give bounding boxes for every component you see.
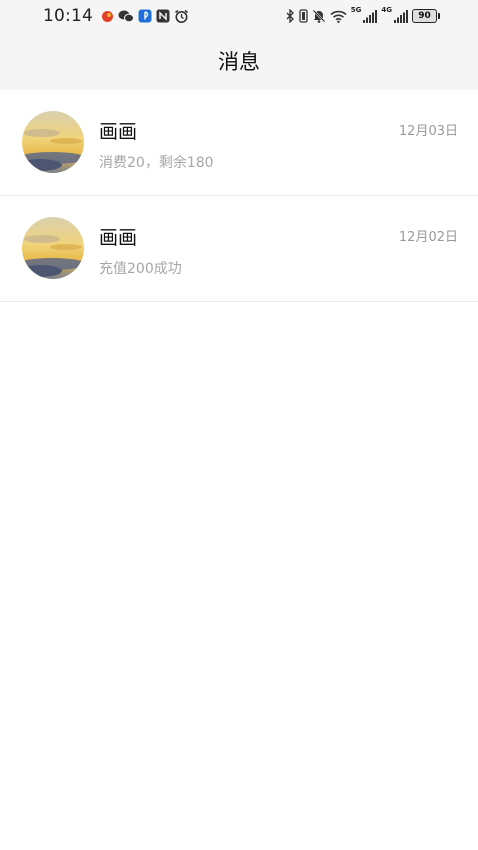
bluetooth-icon bbox=[286, 9, 295, 23]
message-sender: 画画 bbox=[99, 227, 138, 249]
message-preview: 充值200成功 bbox=[99, 261, 182, 277]
status-left: 10:14 bbox=[43, 6, 189, 26]
mute-icon bbox=[312, 9, 326, 23]
message-list: 画画 消费20，剩余180 12月03日 画画 充值200成功 12月02日 bbox=[0, 90, 478, 302]
message-item[interactable]: 画画 消费20，剩余180 12月03日 bbox=[0, 90, 478, 196]
nav-header: 消息 bbox=[0, 32, 478, 90]
vibrate-icon bbox=[299, 9, 308, 23]
alarm-icon bbox=[174, 9, 189, 24]
avatar bbox=[22, 217, 84, 279]
network-4g-label: 4G bbox=[381, 6, 392, 14]
message-item[interactable]: 画画 充值200成功 12月02日 bbox=[0, 196, 478, 302]
bluetooth-app-icon bbox=[138, 9, 152, 23]
status-bar: 10:14 5G 4G 90 bbox=[0, 0, 478, 32]
wechat-icon bbox=[118, 9, 134, 23]
status-time: 10:14 bbox=[43, 6, 93, 26]
wifi-icon bbox=[330, 10, 347, 23]
message-preview: 消费20，剩余180 bbox=[99, 155, 214, 171]
message-sender: 画画 bbox=[99, 121, 138, 143]
signal-4g-icon bbox=[394, 9, 408, 23]
network-5g-label: 5G bbox=[350, 6, 362, 14]
avatar bbox=[22, 111, 84, 173]
nfc-icon bbox=[156, 9, 170, 23]
signal-5g-icon bbox=[363, 9, 378, 23]
page-title: 消息 bbox=[218, 50, 260, 74]
weibo-notification-icon bbox=[101, 10, 114, 23]
status-right: 5G 4G 90 bbox=[286, 6, 440, 23]
message-date: 12月03日 bbox=[398, 124, 458, 139]
message-date: 12月02日 bbox=[398, 230, 458, 245]
battery-icon: 90 bbox=[412, 9, 440, 23]
